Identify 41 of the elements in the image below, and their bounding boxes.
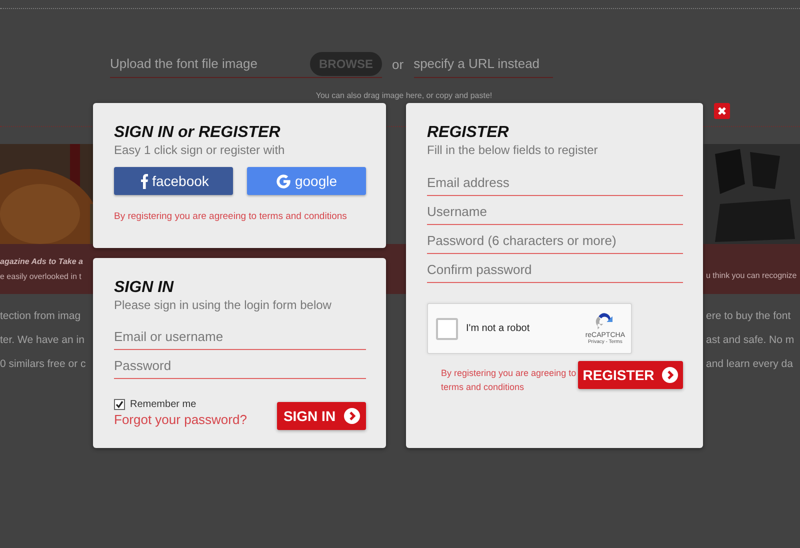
input-field[interactable]: Email or username <box>114 322 366 350</box>
body-text: tection from imag <box>0 309 82 324</box>
input-field[interactable]: Password (6 characters or more) <box>427 226 683 254</box>
card-subtitle: Easy 1 click sign or register with <box>114 143 286 157</box>
google-icon <box>276 174 291 188</box>
body-text: and learn every da <box>706 357 794 372</box>
checkbox[interactable] <box>114 399 125 410</box>
caption-text: e easily overlooked in t <box>0 272 82 281</box>
facebook-button[interactable]: facebook <box>114 167 233 195</box>
captcha-label: I'm not a robot <box>466 323 531 334</box>
arrow-circle-icon <box>662 367 678 383</box>
input-field[interactable]: Password <box>114 351 366 379</box>
card-title: SIGN IN or REGISTER <box>114 123 282 143</box>
caption-title: agazine Ads to Take a <box>0 257 84 266</box>
url-field[interactable]: specify a URL instead <box>414 50 553 78</box>
input-field[interactable]: Confirm password <box>427 255 683 283</box>
card-title: REGISTER <box>427 123 510 143</box>
input-field[interactable]: Username <box>427 197 683 225</box>
body-text: 0 similars free or c <box>0 357 87 372</box>
terms-text: By registering you are agreeing to terms and conditions <box>114 211 348 222</box>
close-icon[interactable] <box>714 103 730 119</box>
body-text: ast and safe. No m <box>706 333 796 348</box>
captcha-checkbox[interactable] <box>436 318 458 340</box>
drag-hint: You can also drag image here, or copy and paste! <box>316 91 492 100</box>
upload-placeholder: Upload the font file image <box>110 56 258 71</box>
sign-in-button[interactable]: SIGN IN <box>277 402 366 430</box>
caption-text: u think you can recognize <box>706 270 798 280</box>
or-label: or <box>392 56 404 72</box>
register-button[interactable]: REGISTER <box>578 361 683 389</box>
card-subtitle: Fill in the below fields to register <box>427 143 599 157</box>
forgot-password-link[interactable]: Forgot your password? <box>114 412 247 427</box>
body-text: ere to buy the font <box>706 309 792 324</box>
terms-text: By registering you are agreeing to terms and conditions <box>441 367 577 394</box>
card-title: SIGN IN <box>114 278 175 298</box>
facebook-icon <box>138 173 148 189</box>
card-subtitle: Please sign in using the login form below <box>114 298 332 312</box>
body-text: ter. We have an in <box>0 333 86 348</box>
input-field[interactable]: Email address <box>427 168 683 196</box>
arrow-circle-icon <box>344 408 360 424</box>
remember-label: Remember me <box>130 399 196 410</box>
google-button[interactable]: google <box>247 167 366 195</box>
